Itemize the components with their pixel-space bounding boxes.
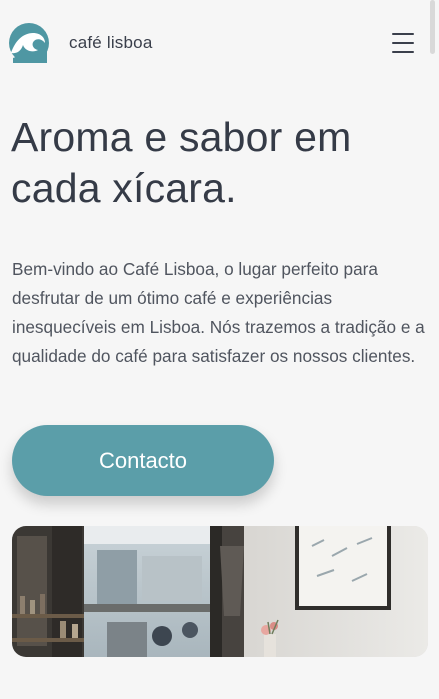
cafe-interior-image: [12, 526, 428, 657]
hero-description: Bem-vindo ao Café Lisboa, o lugar perfei…: [12, 259, 425, 366]
page: café lisboa Aroma e sabor em cada xícara…: [0, 0, 439, 699]
site-header: café lisboa: [0, 0, 439, 86]
hero-title: Aroma e sabor em cada xícara.: [11, 114, 352, 211]
hamburger-menu-icon[interactable]: [392, 33, 414, 53]
brand-name[interactable]: café lisboa: [69, 33, 152, 53]
wave-logo-icon[interactable]: [9, 23, 49, 63]
contact-button[interactable]: Contacto: [12, 425, 274, 496]
scrollbar-thumb[interactable]: [430, 0, 435, 54]
